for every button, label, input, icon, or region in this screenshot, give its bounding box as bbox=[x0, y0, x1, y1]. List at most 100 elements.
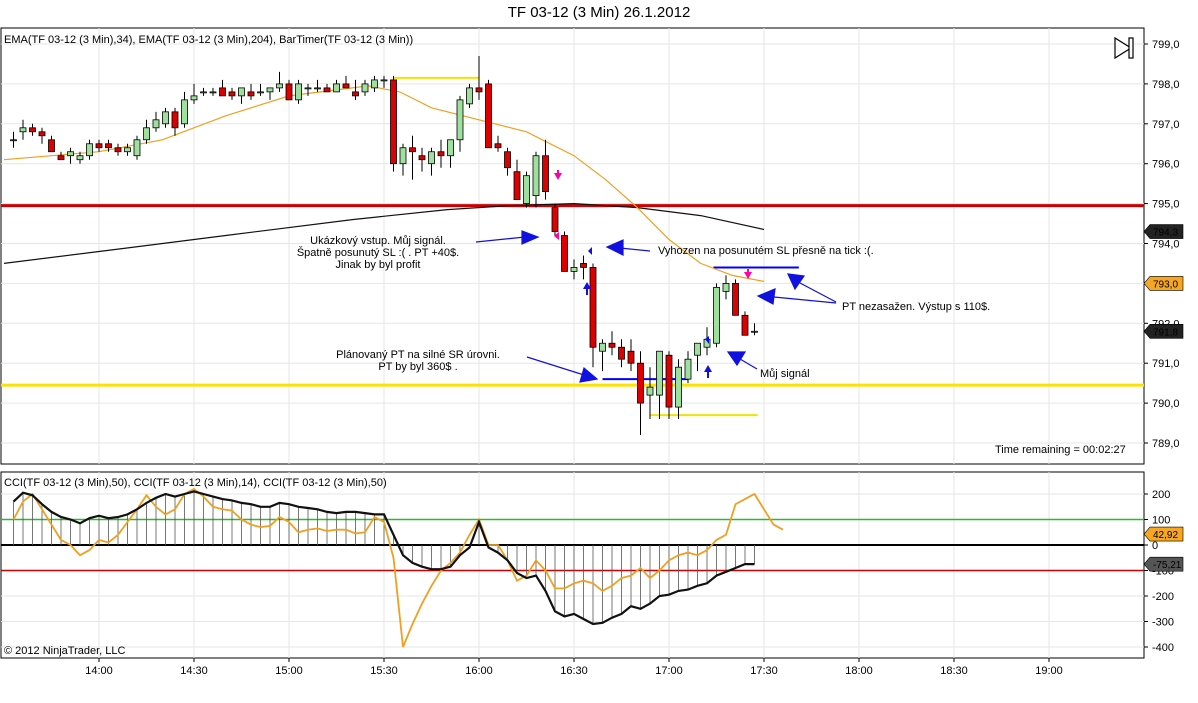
y-tick-label: 0 bbox=[1152, 540, 1158, 552]
candle bbox=[86, 139, 93, 160]
candle-body bbox=[409, 147, 416, 153]
candle bbox=[599, 339, 606, 372]
x-tick-label: 16:30 bbox=[560, 665, 588, 677]
candle-body bbox=[219, 87, 226, 97]
candle bbox=[29, 123, 36, 136]
candle-body bbox=[361, 83, 369, 93]
candle-body bbox=[333, 83, 340, 93]
candle bbox=[219, 79, 226, 97]
candle bbox=[162, 107, 169, 128]
candle-body bbox=[570, 267, 578, 272]
x-tick-label: 17:00 bbox=[655, 665, 683, 677]
candle bbox=[114, 143, 122, 156]
bar-timer: Time remaining = 00:02:27 bbox=[995, 444, 1126, 456]
cci-plot bbox=[1, 487, 1144, 648]
candle-body bbox=[29, 127, 36, 133]
candle-body bbox=[494, 143, 502, 149]
candle-body bbox=[637, 362, 644, 404]
candle-body bbox=[646, 386, 654, 396]
candle-body bbox=[57, 155, 65, 161]
candle bbox=[570, 259, 578, 280]
candle bbox=[181, 91, 188, 128]
candle-body bbox=[437, 151, 445, 157]
candle-body bbox=[589, 267, 597, 348]
play-icon[interactable] bbox=[1114, 36, 1134, 60]
candle bbox=[200, 87, 207, 96]
candle bbox=[228, 87, 236, 100]
candle bbox=[209, 87, 217, 96]
candle-body bbox=[551, 207, 559, 232]
price-panel-frame bbox=[0, 27, 1145, 465]
candle bbox=[285, 79, 293, 101]
candle-body bbox=[751, 330, 758, 333]
price-tag-text: -75,21 bbox=[1153, 560, 1182, 571]
annotation-entry-2: Špatně posunutý SL :( . PT +40$. bbox=[297, 246, 459, 259]
y-tick-label: 790,0 bbox=[1152, 398, 1180, 410]
candle-body bbox=[608, 342, 616, 348]
candle bbox=[656, 350, 663, 420]
candle bbox=[48, 135, 55, 153]
y-tick-label: 797,0 bbox=[1152, 119, 1180, 131]
price-tag-text: 794,3 bbox=[1153, 228, 1178, 239]
candle bbox=[171, 107, 179, 136]
candle bbox=[751, 323, 758, 336]
candle bbox=[513, 159, 521, 201]
candle-body bbox=[314, 87, 321, 90]
candle bbox=[589, 263, 597, 368]
candle-body bbox=[276, 83, 283, 89]
candle bbox=[694, 342, 701, 372]
candle bbox=[418, 147, 426, 172]
cci-grid bbox=[1, 472, 1144, 658]
annotation-planned-pt-1: Plánovaný PT na silné SR úrovni. bbox=[336, 349, 500, 361]
x-tick-label: 16:00 bbox=[465, 665, 493, 677]
candle-body bbox=[133, 139, 141, 157]
y-tick-label: -400 bbox=[1152, 642, 1174, 654]
candle bbox=[551, 203, 559, 236]
candle bbox=[57, 151, 65, 161]
candle-body bbox=[67, 151, 74, 157]
candle-body bbox=[656, 350, 663, 396]
candle bbox=[665, 351, 673, 420]
candle-body bbox=[456, 99, 464, 141]
y-tick-label: 791,0 bbox=[1152, 358, 1180, 370]
price-y-axis: 799,0798,0797,0796,0795,0794,0793,0792,0… bbox=[1143, 39, 1184, 450]
candle-body bbox=[86, 143, 93, 157]
candle bbox=[561, 231, 568, 272]
candle bbox=[238, 87, 245, 104]
cci-y-axis: 2001000-100-200-300-40042,92-75,21 bbox=[1143, 489, 1184, 654]
candle-body bbox=[694, 342, 701, 356]
annotation-pt-missed: PT nezasažen. Výstup s 110$. bbox=[842, 301, 990, 313]
candle bbox=[247, 83, 255, 100]
price-tag-text: 793,0 bbox=[1153, 279, 1178, 290]
candle-body bbox=[114, 147, 122, 153]
annotation-stopped-out: Vyhozen na posunutém SL přesně na tick :… bbox=[658, 245, 874, 257]
candle bbox=[399, 143, 407, 176]
candle-body bbox=[599, 342, 606, 352]
price-plot bbox=[1, 55, 1144, 436]
x-tick-label: 17:30 bbox=[750, 665, 778, 677]
price-tag-text: 791,8 bbox=[1153, 327, 1178, 338]
y-tick-label: 100 bbox=[1152, 515, 1170, 527]
candle bbox=[637, 351, 644, 436]
annotation-planned-pt-2: PT by byl 360$ . bbox=[378, 361, 457, 373]
candle bbox=[380, 75, 388, 88]
y-tick-label: -300 bbox=[1152, 617, 1174, 629]
candle bbox=[276, 71, 283, 92]
candle bbox=[494, 135, 502, 152]
price-chart: 799,0798,0797,0796,0795,0794,0793,0792,0… bbox=[0, 27, 1184, 677]
candle-body bbox=[466, 87, 473, 105]
candle-body bbox=[352, 91, 359, 97]
candle bbox=[627, 339, 635, 372]
y-tick-label: 796,0 bbox=[1152, 159, 1180, 171]
candle bbox=[684, 351, 692, 384]
candle bbox=[152, 111, 160, 132]
cci-tag: 42,92 bbox=[1143, 526, 1184, 542]
candle bbox=[342, 75, 350, 89]
candle bbox=[485, 79, 492, 149]
y-tick-label: 799,0 bbox=[1152, 39, 1180, 51]
copyright: © 2012 NinjaTrader, LLC bbox=[4, 645, 125, 657]
candle-body bbox=[713, 286, 720, 344]
candle-body bbox=[399, 147, 407, 165]
candle bbox=[722, 275, 730, 300]
x-tick-label: 14:30 bbox=[180, 665, 208, 677]
